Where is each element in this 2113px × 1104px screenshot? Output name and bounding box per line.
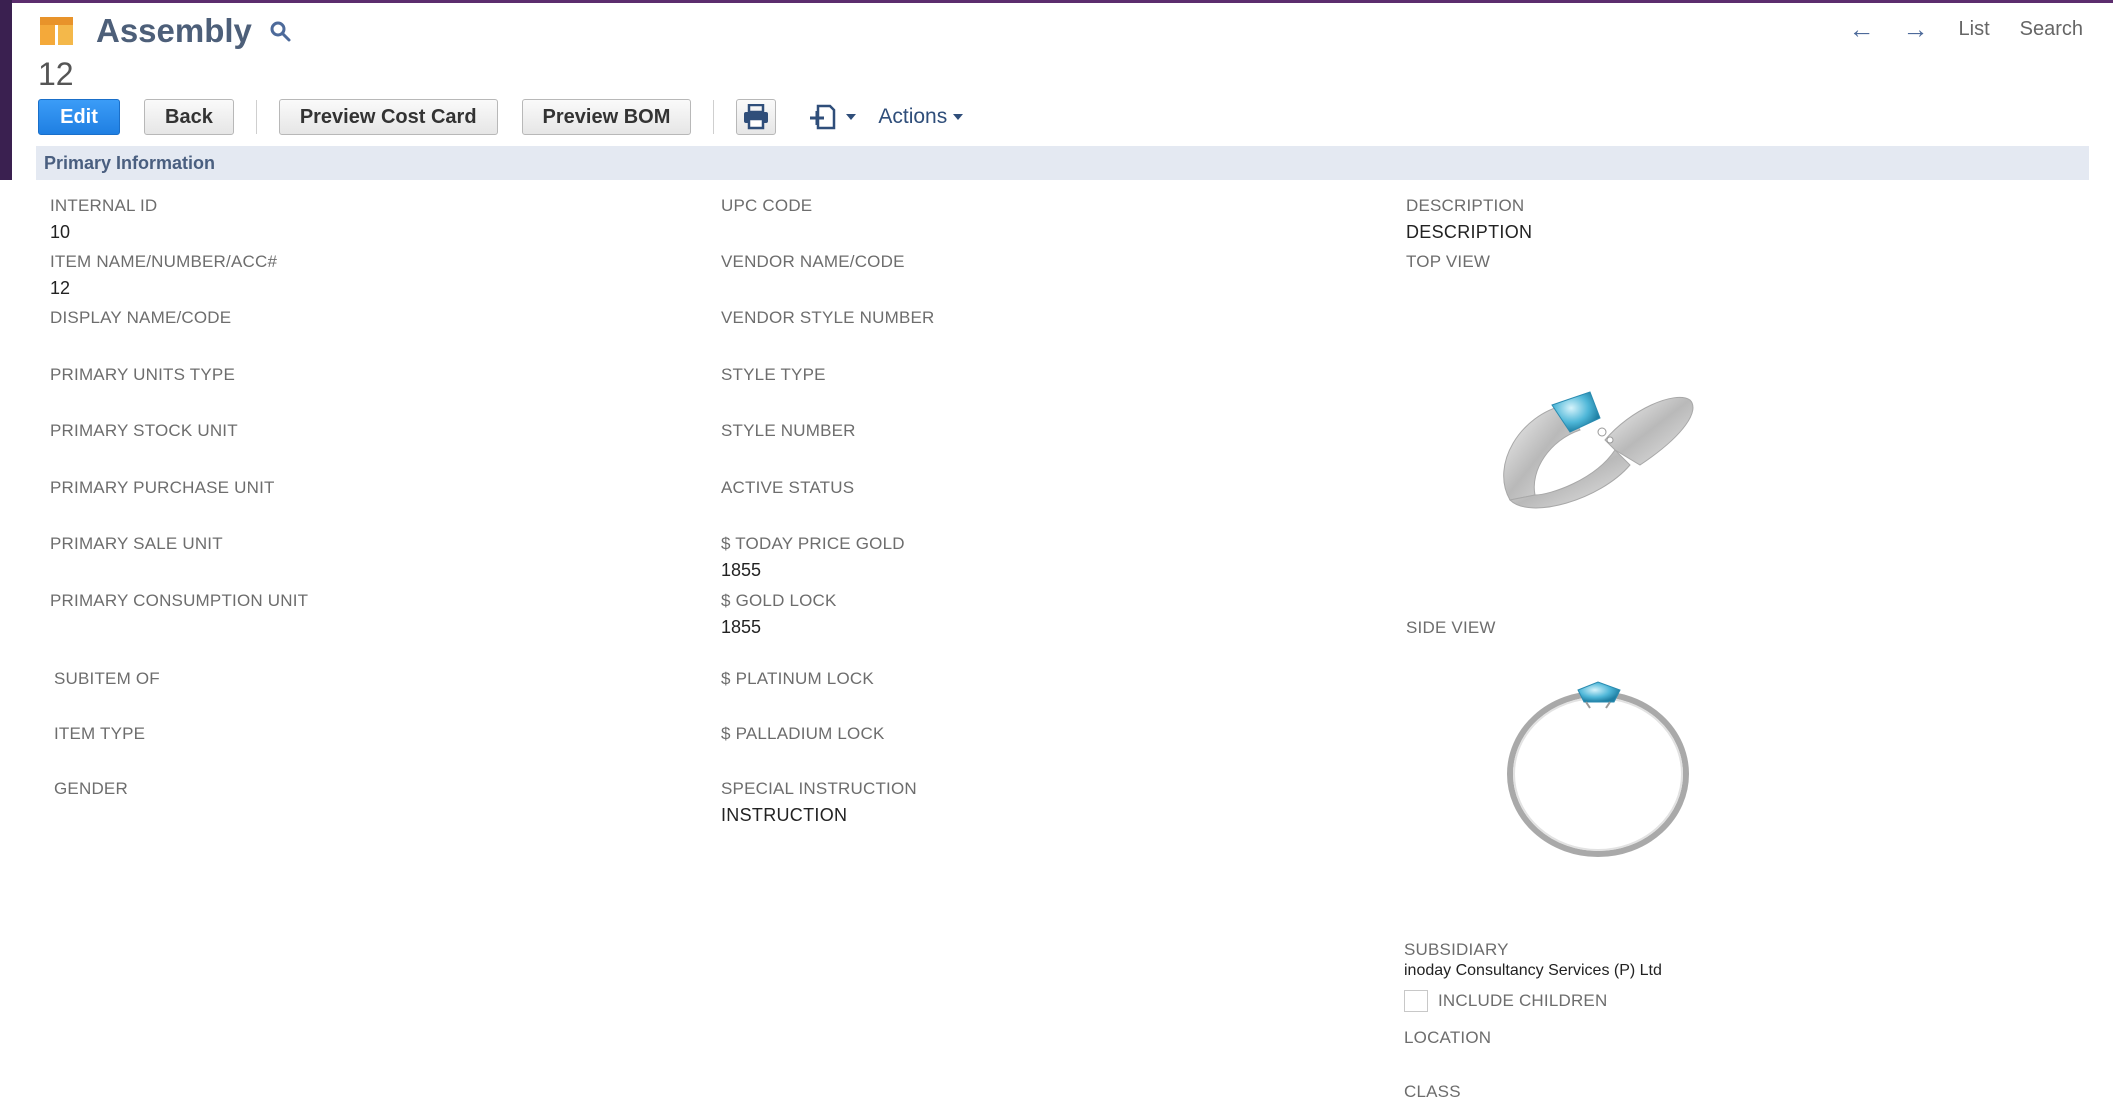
left-accent-strip: [0, 0, 12, 180]
field-label: TOP VIEW: [1406, 252, 1491, 271]
field-label: STYLE NUMBER: [721, 421, 856, 440]
field-label: PRIMARY CONSUMPTION UNIT: [50, 591, 309, 610]
list-link[interactable]: List: [1959, 18, 1990, 41]
field-value: 12: [50, 278, 71, 298]
forward-arrow-icon[interactable]: →: [1903, 14, 1929, 45]
field-label: INCLUDE CHILDREN: [1438, 991, 1608, 1010]
field-label: $ TODAY PRICE GOLD: [721, 534, 905, 553]
field-label: SUBSIDIARY: [1404, 940, 1509, 959]
field-label: DISPLAY NAME/CODE: [50, 308, 232, 327]
field-label: LOCATION: [1404, 1028, 1492, 1047]
field-value: inoday Consultancy Services (P) Ltd: [1404, 962, 1662, 979]
field-label: SUBITEM OF: [54, 669, 160, 688]
field-class: CLASS: [1404, 1082, 1461, 1102]
field-today-price-gold: $ TODAY PRICE GOLD 1855: [721, 534, 905, 581]
field-gender: GENDER: [54, 779, 128, 799]
field-label: SPECIAL INSTRUCTION: [721, 779, 917, 798]
record-number: 12: [38, 56, 74, 92]
field-label: ITEM NAME/NUMBER/ACC#: [50, 252, 278, 271]
field-label: PRIMARY STOCK UNIT: [50, 421, 238, 440]
edit-button[interactable]: Edit: [38, 99, 120, 135]
ring-side-view-image: [1507, 681, 1689, 857]
field-label: CLASS: [1404, 1082, 1461, 1101]
record-navigation: ← → List Search: [1821, 14, 2084, 45]
field-label: $ PALLADIUM LOCK: [721, 724, 885, 743]
back-button[interactable]: Back: [144, 99, 234, 135]
field-primary-sale-unit: PRIMARY SALE UNIT: [50, 534, 223, 554]
field-label: GENDER: [54, 779, 128, 798]
top-accent-strip: [0, 0, 2113, 3]
field-vendor-name: VENDOR NAME/CODE: [721, 252, 905, 272]
field-active-status: ACTIVE STATUS: [721, 478, 854, 498]
section-title: Primary Information: [44, 152, 216, 173]
field-value: DESCRIPTION: [1406, 222, 1533, 242]
field-label: SIDE VIEW: [1406, 618, 1496, 637]
field-subitem-of: SUBITEM OF: [54, 669, 160, 689]
page-title: Assembly: [96, 12, 252, 49]
search-icon[interactable]: [268, 19, 292, 43]
field-label: DESCRIPTION: [1406, 196, 1525, 215]
include-children-checkbox[interactable]: [1404, 990, 1428, 1012]
field-primary-purchase-unit: PRIMARY PURCHASE UNIT: [50, 478, 275, 498]
field-value: INSTRUCTION: [721, 805, 848, 825]
field-label: VENDOR STYLE NUMBER: [721, 308, 935, 327]
field-special-instruction: SPECIAL INSTRUCTION INSTRUCTION: [721, 779, 917, 826]
field-vendor-style-number: VENDOR STYLE NUMBER: [721, 308, 935, 328]
field-label: ITEM TYPE: [54, 724, 146, 743]
field-upc-code: UPC CODE: [721, 196, 812, 216]
field-item-name: ITEM NAME/NUMBER/ACC# 12: [50, 252, 277, 299]
search-link[interactable]: Search: [2020, 18, 2083, 41]
back-arrow-icon[interactable]: ←: [1849, 14, 1875, 45]
field-item-type: ITEM TYPE: [54, 724, 145, 744]
field-location: LOCATION: [1404, 1028, 1491, 1048]
field-label: UPC CODE: [721, 196, 813, 215]
field-label: STYLE TYPE: [721, 365, 826, 384]
field-style-number: STYLE NUMBER: [721, 421, 856, 441]
field-side-view: SIDE VIEW: [1406, 618, 1496, 638]
new-record-icon: [810, 104, 836, 130]
field-subsidiary: SUBSIDIARY inoday Consultancy Services (…: [1404, 940, 1662, 980]
toolbar-divider: [255, 100, 257, 134]
field-label: PRIMARY SALE UNIT: [50, 534, 223, 553]
field-primary-stock-unit: PRIMARY STOCK UNIT: [50, 421, 238, 441]
field-value: 1855: [721, 560, 762, 580]
field-display-name: DISPLAY NAME/CODE: [50, 308, 231, 328]
toolbar: Edit Back Preview Cost Card Preview BOM …: [38, 97, 964, 137]
field-palladium-lock: $ PALLADIUM LOCK: [721, 724, 885, 744]
assembly-record-icon: [40, 17, 74, 45]
field-label: INTERNAL ID: [50, 196, 158, 215]
field-label: VENDOR NAME/CODE: [721, 252, 905, 271]
print-button[interactable]: [736, 99, 777, 135]
ring-top-view-image: [1503, 391, 1694, 509]
new-record-button[interactable]: [808, 102, 857, 132]
field-gold-lock: $ GOLD LOCK 1855: [721, 591, 837, 638]
field-primary-consumption-unit: PRIMARY CONSUMPTION UNIT: [50, 591, 308, 611]
record-header: Assembly: [40, 6, 292, 56]
primary-information-section[interactable]: Primary Information: [36, 146, 2089, 180]
preview-cost-card-button[interactable]: Preview Cost Card: [278, 99, 498, 135]
toolbar-divider: [713, 100, 715, 134]
field-internal-id: INTERNAL ID 10: [50, 196, 157, 243]
print-icon: [744, 104, 769, 130]
field-value: 10: [50, 222, 71, 242]
field-primary-units-type: PRIMARY UNITS TYPE: [50, 365, 235, 385]
chevron-down-icon: [846, 114, 857, 120]
include-children-row: INCLUDE CHILDREN: [1404, 990, 1607, 1012]
field-style-type: STYLE TYPE: [721, 365, 826, 385]
field-description: DESCRIPTION DESCRIPTION: [1406, 196, 1532, 243]
field-value: 1855: [721, 617, 762, 637]
field-label: $ PLATINUM LOCK: [721, 669, 874, 688]
chevron-down-icon: [953, 114, 964, 120]
actions-label: Actions: [878, 105, 948, 128]
field-label: PRIMARY PURCHASE UNIT: [50, 478, 275, 497]
field-label: PRIMARY UNITS TYPE: [50, 365, 235, 384]
field-label: ACTIVE STATUS: [721, 478, 855, 497]
preview-bom-button[interactable]: Preview BOM: [521, 99, 692, 135]
actions-menu[interactable]: Actions: [878, 105, 964, 129]
field-platinum-lock: $ PLATINUM LOCK: [721, 669, 874, 689]
field-top-view: TOP VIEW: [1406, 252, 1490, 272]
field-label: $ GOLD LOCK: [721, 591, 837, 610]
